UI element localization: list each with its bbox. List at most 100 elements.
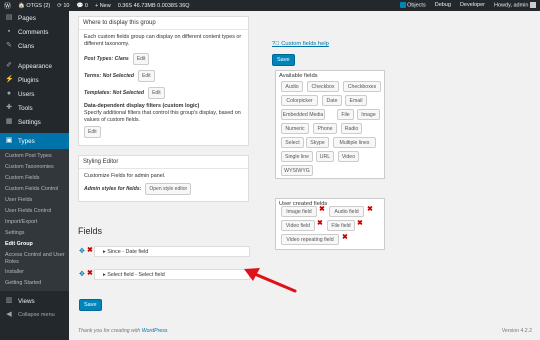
pages-icon: ▤ bbox=[5, 14, 13, 21]
user-field-audio[interactable]: Audio field bbox=[329, 206, 364, 217]
sidebar-item-comments[interactable]: ▪ Comments bbox=[0, 25, 69, 39]
field-type-radio[interactable]: Radio bbox=[341, 123, 362, 134]
delete-field-icon[interactable]: ✖ bbox=[87, 247, 93, 254]
new-label: New bbox=[99, 2, 111, 9]
field-row[interactable]: ▸ Since - Date field bbox=[94, 246, 250, 257]
sidebar-item-tools[interactable]: ✚ Tools bbox=[0, 101, 69, 115]
submenu-item[interactable]: Custom Taxonomies bbox=[0, 162, 69, 173]
wordpress-link[interactable]: WordPress bbox=[142, 328, 168, 334]
footer-thanks: Thank you for creating with WordPress. bbox=[78, 328, 169, 334]
edit-post-types-button[interactable]: Edit bbox=[132, 53, 150, 65]
delete-user-field-icon[interactable]: ✖ bbox=[319, 206, 325, 213]
updates-link[interactable]: ⟳ 10 bbox=[57, 3, 69, 9]
field-type-image[interactable]: Image bbox=[357, 109, 380, 120]
sidebar-item-plugins[interactable]: ⚡ Plugins bbox=[0, 73, 69, 87]
post-types-value: Clans bbox=[114, 56, 129, 62]
field-type-video[interactable]: Video bbox=[338, 151, 359, 162]
submenu-item[interactable]: Settings bbox=[0, 228, 69, 239]
sidebar-item-clans[interactable]: ✎ Clans bbox=[0, 39, 69, 53]
field-row-label: ▸ Select field - Select field bbox=[103, 272, 165, 278]
sidebar-item-types[interactable]: ▣ Types bbox=[0, 133, 69, 149]
field-type-checkbox[interactable]: Checkbox bbox=[307, 81, 339, 92]
views-icon: ▥ bbox=[5, 297, 13, 304]
site-name-link[interactable]: 🏠 OTGS (2) bbox=[18, 3, 50, 9]
comments-count: 0 bbox=[84, 2, 88, 9]
submenu-item[interactable]: Custom Fields bbox=[0, 173, 69, 184]
objects-link[interactable]: Objects bbox=[399, 2, 426, 9]
submenu-item[interactable]: Custom Fields Control bbox=[0, 184, 69, 195]
field-type-colorpicker[interactable]: Colorpicker bbox=[281, 95, 318, 106]
account-link[interactable]: Howdy, admin bbox=[494, 2, 536, 9]
field-type-url[interactable]: URL bbox=[316, 151, 334, 162]
field-type-embedded-media[interactable]: Embedded Media bbox=[281, 109, 325, 120]
sidebar-item-users[interactable]: ● Users bbox=[0, 87, 69, 101]
delete-user-field-icon[interactable]: ✖ bbox=[367, 206, 373, 213]
box-title: Where to display this group bbox=[79, 17, 248, 30]
new-content-link[interactable]: + New bbox=[95, 3, 111, 9]
delete-user-field-icon[interactable]: ✖ bbox=[342, 234, 348, 241]
field-type-phone[interactable]: Phone bbox=[313, 123, 337, 134]
collapse-menu-button[interactable]: ◀ Collapse menu bbox=[0, 308, 69, 322]
save-button-top[interactable]: Save bbox=[272, 54, 295, 66]
styling-editor-box: Styling Editor Customize Fields for admi… bbox=[78, 155, 249, 202]
site-name: OTGS (2) bbox=[26, 2, 51, 9]
delete-field-icon[interactable]: ✖ bbox=[87, 270, 93, 277]
help-link[interactable]: ?⃝ Custom fields help bbox=[272, 41, 329, 47]
help-icon: ?⃝ bbox=[272, 41, 280, 47]
sidebar-item-label: Clans bbox=[18, 42, 35, 50]
field-row[interactable]: ▸ Select field - Select field bbox=[94, 269, 250, 280]
edit-terms-button[interactable]: Edit bbox=[137, 70, 155, 82]
footer-version: Version 4.2.2 bbox=[501, 328, 532, 334]
submenu-item[interactable]: User Fields bbox=[0, 195, 69, 206]
sidebar-item-label: Types bbox=[18, 137, 35, 145]
submenu-item[interactable]: Custom Post Types bbox=[0, 151, 69, 162]
sidebar-item-views[interactable]: ▥ Views bbox=[0, 294, 69, 308]
submenu-item[interactable]: Access Control and User Roles bbox=[0, 250, 69, 267]
user-field-file[interactable]: File field bbox=[327, 220, 355, 231]
save-button[interactable]: Save bbox=[79, 299, 102, 311]
field-type-email[interactable]: Email bbox=[345, 95, 367, 106]
dd-filters-title: Data-dependent display filters (custom l… bbox=[84, 103, 200, 109]
styling-description: Customize Fields for admin panel. bbox=[84, 173, 166, 179]
delete-user-field-icon[interactable]: ✖ bbox=[357, 220, 363, 227]
wordpress-logo-icon[interactable]: Ⓦ bbox=[4, 1, 11, 11]
field-type-audio[interactable]: Audio bbox=[281, 81, 303, 92]
edit-templates-button[interactable]: Edit bbox=[148, 87, 165, 99]
field-type-select[interactable]: Select bbox=[281, 137, 304, 148]
submenu-item[interactable]: Getting Started bbox=[0, 278, 69, 289]
move-handle-icon[interactable]: ✥ bbox=[79, 247, 85, 255]
edit-filters-button[interactable]: Edit bbox=[84, 126, 101, 138]
field-type-checkboxes[interactable]: Checkboxes bbox=[343, 81, 381, 92]
move-handle-icon[interactable]: ✥ bbox=[79, 270, 85, 278]
submenu-item[interactable]: Import/Export bbox=[0, 217, 69, 228]
sidebar-item-pages[interactable]: ▤ Pages bbox=[0, 11, 69, 25]
field-type-single-line[interactable]: Single line bbox=[281, 151, 313, 162]
user-field-image[interactable]: Image field bbox=[281, 206, 317, 217]
delete-user-field-icon[interactable]: ✖ bbox=[317, 220, 323, 227]
settings-icon: ▦ bbox=[5, 118, 13, 125]
templates-label: Templates: Not Selected bbox=[84, 90, 145, 96]
wrench-icon: ✚ bbox=[6, 104, 12, 111]
box-title: Styling Editor bbox=[79, 156, 248, 169]
submenu-item-current[interactable]: Edit Group bbox=[0, 239, 69, 250]
field-type-numeric[interactable]: Numeric bbox=[281, 123, 309, 134]
field-type-wysiwyg[interactable]: WYSIWYG bbox=[281, 165, 313, 176]
box-description: Each custom fields group can display on … bbox=[84, 34, 242, 47]
submenu-item[interactable]: User Fields Control bbox=[0, 206, 69, 217]
field-type-multiple-lines[interactable]: Multiple lines bbox=[333, 137, 376, 148]
user-field-video-repeating[interactable]: Video repeating field bbox=[281, 234, 339, 245]
user-field-video[interactable]: Video field bbox=[281, 220, 315, 231]
comments-link[interactable]: 💬 0 bbox=[77, 3, 88, 9]
debug-link[interactable]: Debug bbox=[435, 2, 451, 8]
field-type-file[interactable]: File bbox=[337, 109, 354, 120]
sidebar-item-settings[interactable]: ▦ Settings bbox=[0, 115, 69, 129]
open-style-editor-button[interactable]: Open style editor bbox=[145, 183, 192, 195]
field-type-date[interactable]: Date bbox=[322, 95, 342, 106]
field-type-skype[interactable]: Skype bbox=[306, 137, 329, 148]
developer-link[interactable]: Developer bbox=[460, 2, 485, 8]
submenu-item[interactable]: Installer bbox=[0, 267, 69, 278]
dd-filters-description: Specify additional filters that control … bbox=[84, 110, 241, 123]
fields-heading: Fields bbox=[78, 226, 103, 236]
sidebar-item-appearance[interactable]: ✐ Appearance bbox=[0, 59, 69, 73]
howdy-label: Howdy, admin bbox=[494, 2, 529, 9]
